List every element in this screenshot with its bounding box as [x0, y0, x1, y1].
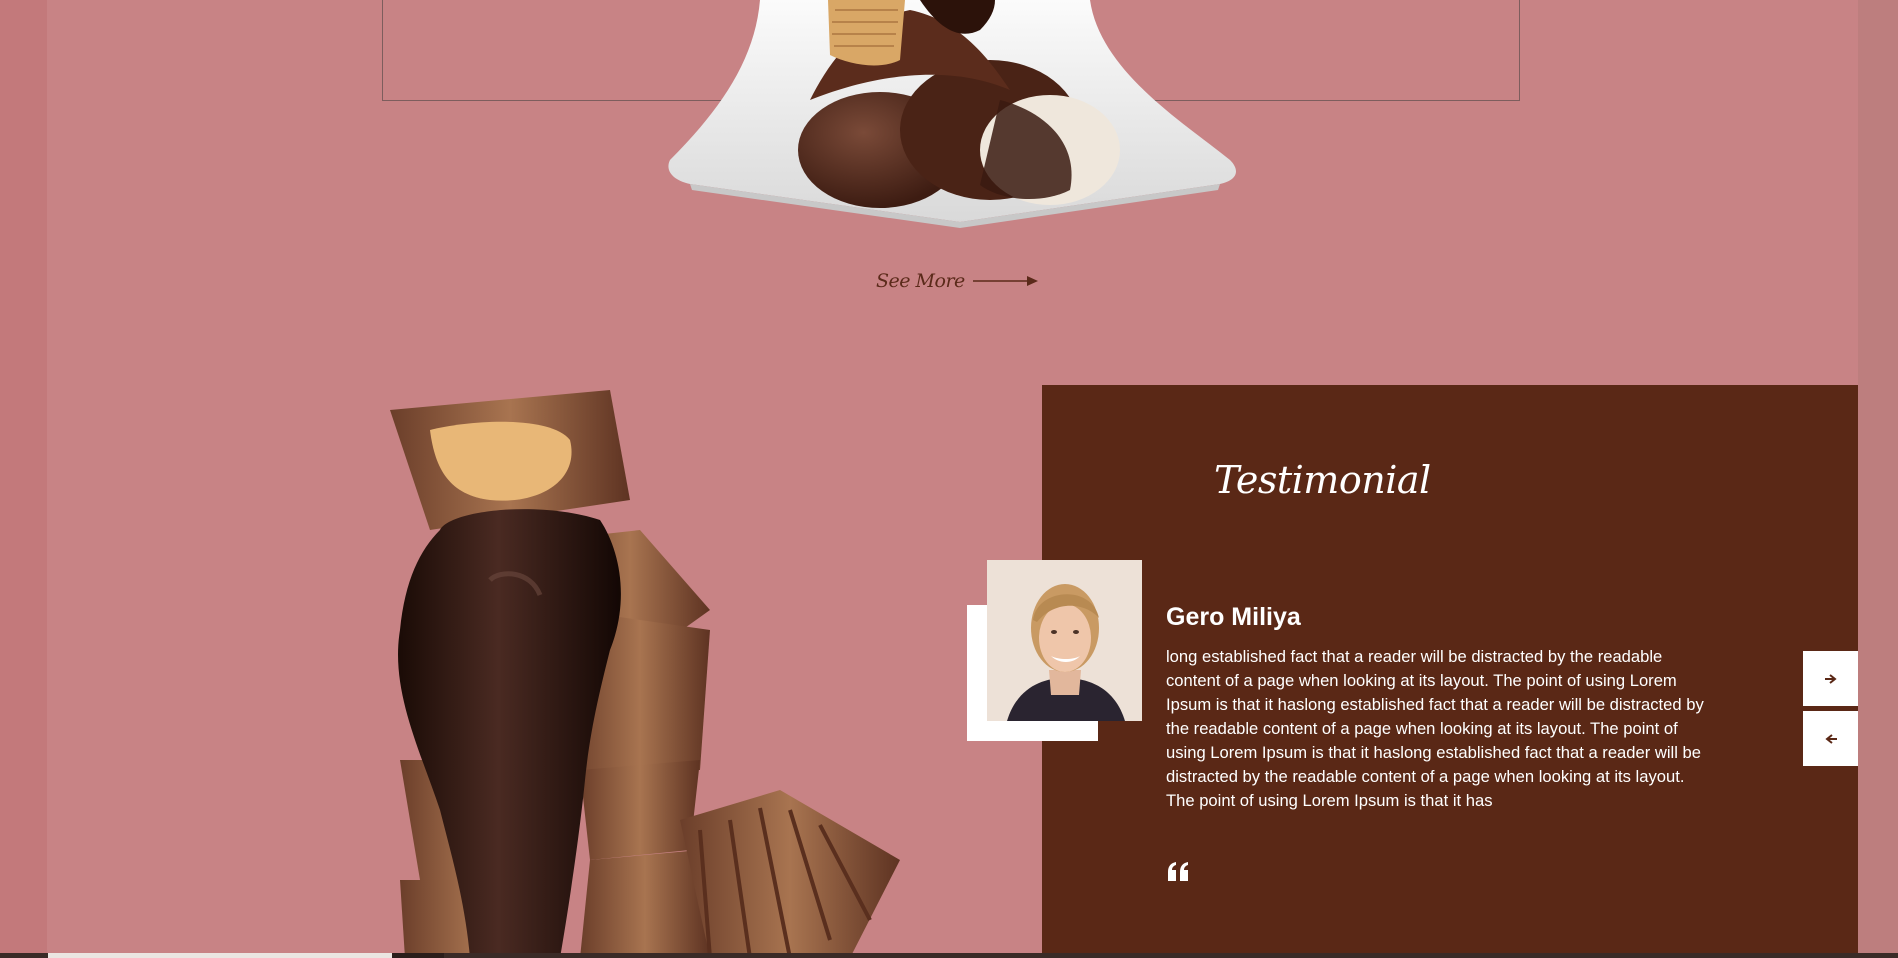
testimonial-name: Gero Miliya — [1166, 603, 1301, 631]
chevron-right-icon — [1824, 673, 1837, 684]
see-more-link[interactable]: See More — [876, 267, 1039, 295]
chevron-left-icon — [1824, 733, 1837, 744]
prev-button[interactable] — [1803, 711, 1858, 766]
arrow-right-icon — [972, 276, 1038, 286]
quote-icon — [1168, 862, 1188, 881]
right-edge-strip — [1858, 0, 1898, 958]
scrollbar-thumb[interactable] — [48, 953, 392, 958]
scrollbar-track-segment — [392, 953, 444, 958]
see-more-label: See More — [876, 270, 965, 292]
testimonial-text: long established fact that a reader will… — [1166, 647, 1704, 810]
ice-cream-bowl-image — [668, 0, 1236, 228]
avatar — [987, 560, 1142, 721]
chocolate-cups-image — [390, 390, 900, 958]
next-button[interactable] — [1803, 651, 1858, 706]
testimonial-heading: Testimonial — [1214, 458, 1431, 502]
left-edge-strip — [0, 0, 47, 958]
